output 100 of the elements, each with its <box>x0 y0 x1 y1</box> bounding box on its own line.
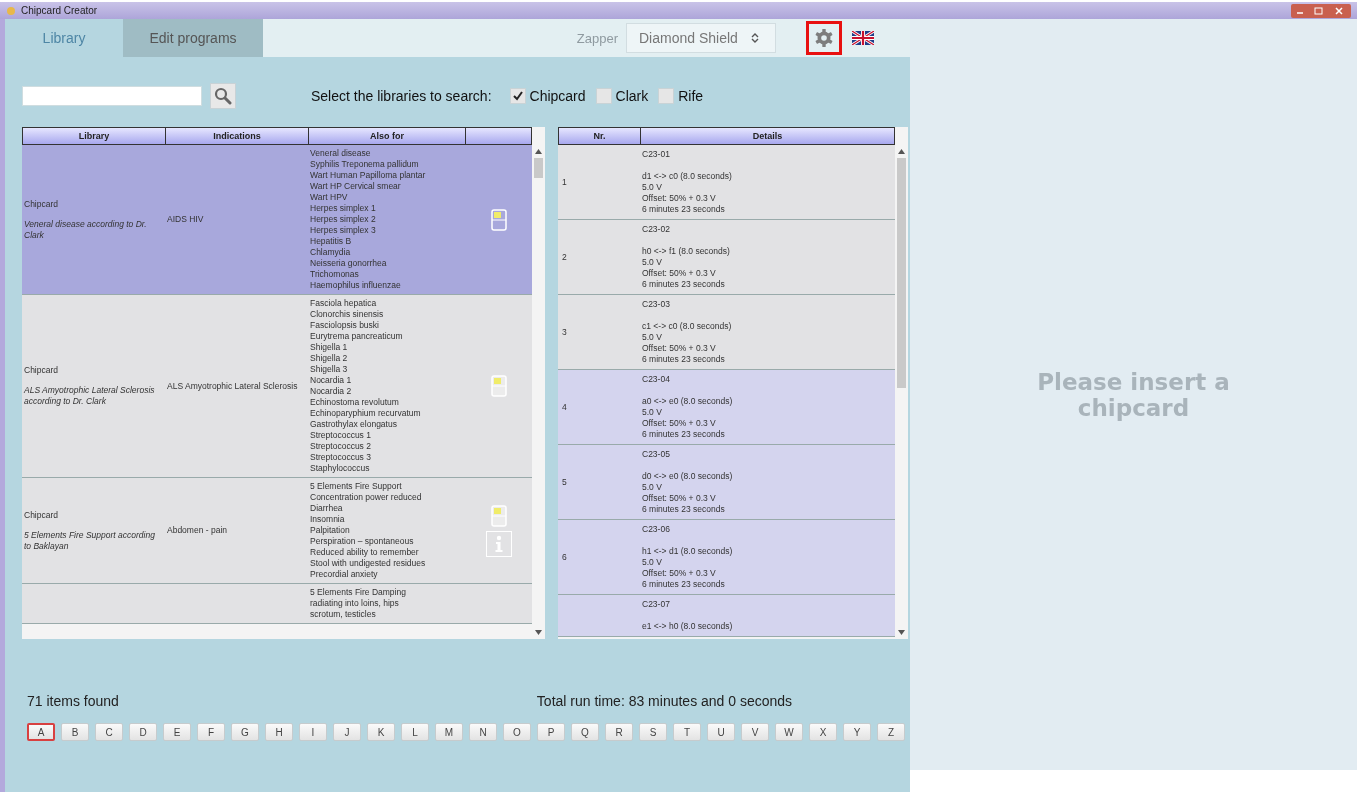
chipcard-icon[interactable] <box>490 208 507 231</box>
step-code: C23-07 <box>642 599 671 610</box>
letter-filter-button[interactable]: H <box>265 723 293 741</box>
search-button[interactable] <box>210 83 236 109</box>
step-code: C23-03 <box>642 299 671 310</box>
library-checkbox[interactable] <box>509 88 526 104</box>
step-code: C23-02 <box>642 224 671 235</box>
letter-filter-button[interactable]: C <box>95 723 123 741</box>
uk-flag-icon[interactable] <box>852 31 874 45</box>
also-for-item: Wart HPV <box>310 192 349 203</box>
letter-filter-button[interactable]: B <box>61 723 89 741</box>
also-for-item: Chlamydia <box>310 247 352 258</box>
step-row[interactable]: C23-07 e1 <-> h0 (8.0 seconds) <box>558 595 895 637</box>
column-header[interactable]: Also for <box>309 128 466 144</box>
step-row[interactable]: 4 C23-04 a0 <-> e0 (8.0 seconds) 5.0 V Offset: 50% + 0.3 V 6 minutes 23 seconds <box>558 370 895 445</box>
letter-filter-button[interactable]: K <box>367 723 395 741</box>
letter-filter-button[interactable]: G <box>231 723 259 741</box>
checkbox-label: Rife <box>678 88 704 104</box>
letter-filter-button[interactable]: U <box>707 723 735 741</box>
step-code: C23-04 <box>642 374 671 385</box>
step-detail: c1 <-> c0 (8.0 seconds) <box>642 321 733 332</box>
library-checkbox[interactable] <box>658 88 675 104</box>
step-detail: Offset: 50% + 0.3 V <box>642 418 717 429</box>
letter-filter-button[interactable]: L <box>401 723 429 741</box>
also-for-item: Nocardia 1 <box>310 375 353 386</box>
letter-filter-button[interactable]: Z <box>877 723 905 741</box>
also-for-item: 5 Elements Fire Support <box>310 481 403 492</box>
letter-filter-button[interactable]: N <box>469 723 497 741</box>
column-header[interactable]: Nr. <box>559 128 641 144</box>
settings-button[interactable] <box>806 21 842 55</box>
step-detail: Offset: 50% + 0.3 V <box>642 193 717 204</box>
step-row[interactable]: 3 C23-03 c1 <-> c0 (8.0 seconds) 5.0 V Offset: 50% + 0.3 V 6 minutes 23 seconds <box>558 295 895 370</box>
also-for-item: Hepatitis B <box>310 236 353 247</box>
letter-filter-button[interactable]: O <box>503 723 531 741</box>
letter-filter-button[interactable]: F <box>197 723 225 741</box>
letter-filter-button[interactable]: E <box>163 723 191 741</box>
scrollbar-thumb[interactable] <box>534 158 543 178</box>
updown-icon <box>749 32 760 44</box>
letter-filter-button[interactable]: P <box>537 723 565 741</box>
step-detail: d1 <-> c0 (8.0 seconds) <box>642 171 733 182</box>
search-field[interactable] <box>22 86 202 106</box>
step-detail: d0 <-> e0 (8.0 seconds) <box>642 471 734 482</box>
program-row[interactable] <box>22 295 532 478</box>
also-for-item: Veneral disease <box>310 148 372 159</box>
step-detail: 6 minutes 23 seconds <box>642 279 726 290</box>
also-for-item: Precordial anxiety <box>310 569 379 580</box>
also-for-item: Shigella 2 <box>310 353 349 364</box>
step-detail: 5.0 V <box>642 557 663 568</box>
step-number: 3 <box>562 326 567 338</box>
insert-chipcard-message: Please insert a chipcard <box>1036 368 1231 421</box>
letter-filter-button[interactable]: D <box>129 723 157 741</box>
letter-filter-button[interactable]: I <box>299 723 327 741</box>
zapper-select[interactable]: Diamond Shield <box>626 23 776 53</box>
letter-filter-button[interactable]: A <box>27 723 55 741</box>
also-for-item: Nocardia 2 <box>310 386 353 397</box>
also-for-item: radiating into loins, hips <box>310 598 400 609</box>
zapper-label: Zapper <box>576 30 618 46</box>
also-for-item: Perspiration – spontaneous <box>310 536 415 547</box>
also-for-item: Clonorchis sinensis <box>310 309 385 320</box>
step-detail: Offset: 50% + 0.3 V <box>642 343 717 354</box>
step-row[interactable]: 1 C23-01 d1 <-> c0 (8.0 seconds) 5.0 V Offset: 50% + 0.3 V 6 minutes 23 seconds <box>558 145 895 220</box>
library-name: Chipcard <box>24 509 60 521</box>
scroll-down-icon[interactable] <box>535 630 542 635</box>
column-header[interactable]: Indications <box>166 128 309 144</box>
letter-filter-button[interactable]: Q <box>571 723 599 741</box>
tab[interactable]: Edit programs <box>123 19 263 57</box>
step-detail: 6 minutes 23 seconds <box>642 204 726 215</box>
window-controls[interactable] <box>1291 3 1351 18</box>
library-checkbox[interactable] <box>595 88 612 104</box>
library-name: Chipcard <box>24 365 60 376</box>
program-row[interactable]: 5 Elements Fire Damping radiating into loins, hips scrotum, testicles <box>22 584 532 624</box>
also-for-item: scrotum, testicles <box>310 609 377 620</box>
letter-filter-button[interactable]: R <box>605 723 633 741</box>
also-for-item: Streptococcus 2 <box>310 441 372 452</box>
letter-filter-button[interactable]: J <box>333 723 361 741</box>
letter-filter-button[interactable]: T <box>673 723 701 741</box>
scroll-down-icon[interactable] <box>898 630 905 635</box>
also-for-item: Wart Human Papilloma plantar <box>310 170 427 181</box>
step-row[interactable]: 5 C23-05 d0 <-> e0 (8.0 seconds) 5.0 V Offset: 50% + 0.3 V 6 minutes 23 seconds <box>558 445 895 520</box>
letter-filter-button[interactable]: X <box>809 723 837 741</box>
column-header[interactable]: Details <box>641 128 894 144</box>
letter-filter-button[interactable]: M <box>435 723 463 741</box>
scroll-up-icon[interactable] <box>535 149 542 154</box>
letter-filter-button[interactable]: W <box>775 723 803 741</box>
step-detail: 5.0 V <box>642 332 663 343</box>
step-row[interactable]: 6 C23-06 h1 <-> d1 (8.0 seconds) 5.0 V Offset: 50% + 0.3 V 6 minutes 23 seconds <box>558 520 895 595</box>
letter-filter-button[interactable]: S <box>639 723 667 741</box>
also-for-item: Herpes simplex 3 <box>310 225 377 236</box>
scrollbar-thumb[interactable] <box>897 158 906 388</box>
letter-filter-button[interactable]: V <box>741 723 769 741</box>
scroll-up-icon[interactable] <box>898 149 905 154</box>
column-header[interactable]: Library <box>23 128 166 144</box>
letter-filter-button[interactable]: Y <box>843 723 871 741</box>
also-for-item: Insomnia <box>310 514 346 525</box>
also-for-item: Staphylococcus <box>310 463 371 474</box>
also-for-item: Concentration power reduced <box>310 492 423 503</box>
step-number: 5 <box>562 476 567 488</box>
also-for-item: Neisseria gonorrhea <box>310 258 388 269</box>
also-for-item: Palpitation <box>310 525 351 536</box>
step-row[interactable]: 2 C23-02 h0 <-> f1 (8.0 seconds) 5.0 V Offset: 50% + 0.3 V 6 minutes 23 seconds <box>558 220 895 295</box>
